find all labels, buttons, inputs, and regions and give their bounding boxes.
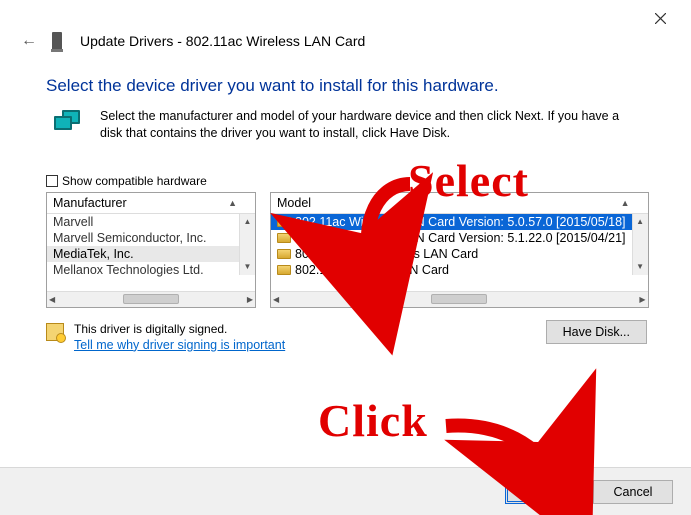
next-button[interactable]: Next <box>505 480 585 504</box>
instruction-text: Select the manufacturer and model of you… <box>100 108 640 142</box>
list-item[interactable]: Marvell Semiconductor, Inc. <box>47 230 239 246</box>
model-item-label: 802.11n Wireless LAN Card <box>295 263 449 277</box>
footer: Next Cancel <box>0 467 691 515</box>
device-icon <box>52 32 62 50</box>
scroll-thumb[interactable] <box>123 294 179 304</box>
header: ← Update Drivers - 802.11ac Wireless LAN… <box>0 32 691 56</box>
compat-row: Show compatible hardware <box>0 144 691 192</box>
card-icon <box>277 217 291 227</box>
titlebar <box>0 0 691 32</box>
list-item[interactable]: Mellanox Technologies Ltd. <box>47 262 239 278</box>
horizontal-scrollbar[interactable]: ◀ ▶ <box>47 291 255 307</box>
compat-checkbox[interactable] <box>46 175 58 187</box>
window-title: Update Drivers - 802.11ac Wireless LAN C… <box>80 33 365 49</box>
scroll-left-icon[interactable]: ◀ <box>49 295 55 304</box>
chevron-up-icon: ▲ <box>228 198 237 208</box>
vertical-scrollbar[interactable]: ▲ ▼ <box>632 214 648 275</box>
model-item-label: 802.11n USB Wireless LAN Card <box>295 247 478 261</box>
list-item[interactable]: 802.11n Wireless LAN Card <box>271 262 632 278</box>
list-item[interactable]: 802.11ac Wireless LAN Card Version: 5.0.… <box>271 214 632 230</box>
model-listbox[interactable]: Model ▲ 802.11ac Wireless LAN Card Versi… <box>270 192 649 308</box>
list-area: Manufacturer ▲ Marvell Marvell Semicondu… <box>0 192 691 308</box>
scroll-up-icon[interactable]: ▲ <box>240 214 255 230</box>
vertical-scrollbar[interactable]: ▲ ▼ <box>239 214 255 275</box>
model-header: Model ▲ <box>271 193 648 214</box>
compat-label[interactable]: Show compatible hardware <box>62 174 207 188</box>
scroll-left-icon[interactable]: ◀ <box>273 295 279 304</box>
have-disk-button[interactable]: Have Disk... <box>546 320 647 344</box>
annotation-click-label: Click <box>318 394 428 447</box>
hardware-icon <box>52 110 86 142</box>
close-button[interactable] <box>638 4 683 32</box>
signing-info-link[interactable]: Tell me why driver signing is important <box>74 338 285 352</box>
scroll-thumb[interactable] <box>431 294 487 304</box>
card-icon <box>277 233 291 243</box>
list-item[interactable]: 802.11ac Wireless LAN Card Version: 5.1.… <box>271 230 632 246</box>
scroll-right-icon[interactable]: ▶ <box>247 295 253 304</box>
scroll-right-icon[interactable]: ▶ <box>639 295 645 304</box>
page-heading: Select the device driver you want to ins… <box>0 56 691 104</box>
horizontal-scrollbar[interactable]: ◀ ▶ <box>271 291 648 307</box>
list-item[interactable]: 802.11n USB Wireless LAN Card <box>271 246 632 262</box>
instruction-row: Select the manufacturer and model of you… <box>0 104 691 144</box>
chevron-up-icon: ▲ <box>621 198 630 208</box>
list-item[interactable]: MediaTek, Inc. <box>47 246 239 262</box>
manufacturer-listbox[interactable]: Manufacturer ▲ Marvell Marvell Semicondu… <box>46 192 256 308</box>
model-item-label: 802.11ac Wireless LAN Card Version: 5.0.… <box>295 215 626 229</box>
list-item[interactable]: Marvell <box>47 214 239 230</box>
card-icon <box>277 249 291 259</box>
scroll-up-icon[interactable]: ▲ <box>633 214 648 230</box>
certificate-icon <box>46 323 64 341</box>
manufacturer-header: Manufacturer ▲ <box>47 193 255 214</box>
model-item-label: 802.11ac Wireless LAN Card Version: 5.1.… <box>295 231 626 245</box>
card-icon <box>277 265 291 275</box>
signed-row: This driver is digitally signed. Tell me… <box>0 308 691 352</box>
cancel-button[interactable]: Cancel <box>593 480 673 504</box>
back-arrow-icon[interactable]: ← <box>20 32 38 50</box>
scroll-down-icon[interactable]: ▼ <box>240 259 255 275</box>
signing-status: This driver is digitally signed. <box>74 322 285 336</box>
scroll-down-icon[interactable]: ▼ <box>633 259 648 275</box>
